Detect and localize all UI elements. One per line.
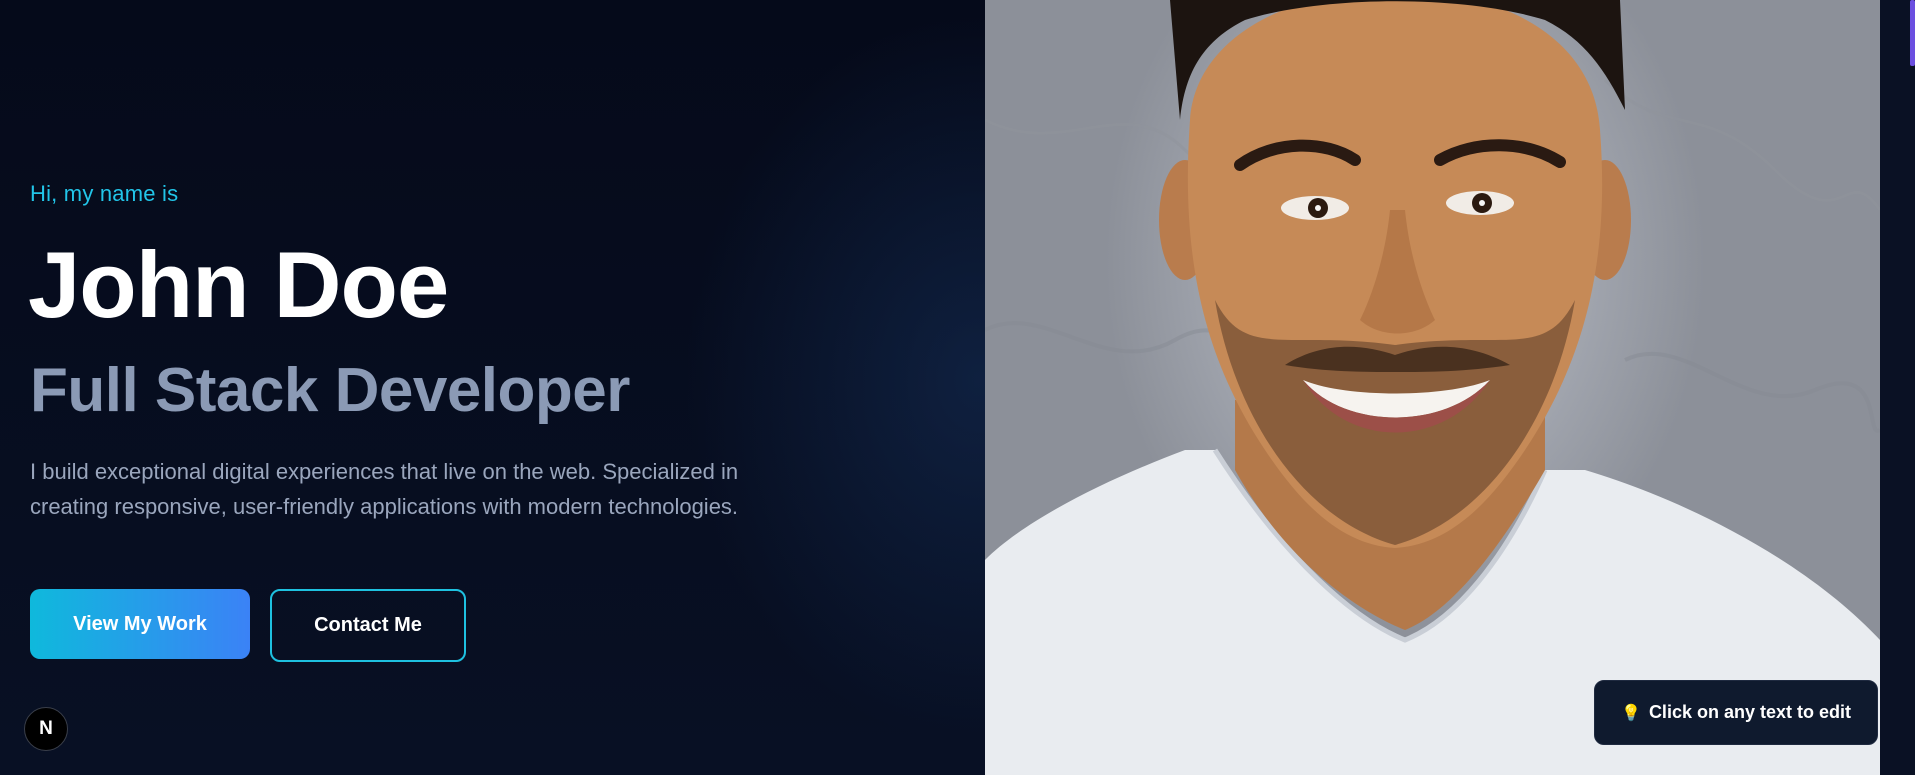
profile-photo	[985, 0, 1880, 775]
hero-name[interactable]: John Doe	[28, 238, 449, 332]
contact-me-button[interactable]: Contact Me	[270, 589, 466, 662]
portfolio-page: Hi, my name is John Doe Full Stack Devel…	[0, 0, 1915, 775]
hero-greeting[interactable]: Hi, my name is	[30, 181, 178, 207]
view-my-work-button[interactable]: View My Work	[30, 589, 250, 659]
nextjs-icon: N	[39, 718, 53, 739]
edit-hint-text: Click on any text to edit	[1648, 702, 1851, 722]
nextjs-dev-badge[interactable]: N	[24, 707, 68, 751]
scrollbar-track[interactable]	[1880, 0, 1915, 775]
scrollbar-thumb[interactable]	[1910, 0, 1915, 66]
lightbulb-icon: 💡	[1621, 704, 1641, 722]
hero-role[interactable]: Full Stack Developer	[30, 360, 630, 422]
hero-section: Hi, my name is John Doe Full Stack Devel…	[28, 0, 930, 775]
hero-bio[interactable]: I build exceptional digital experiences …	[30, 454, 770, 524]
edit-hint-toast: 💡 Click on any text to edit	[1594, 680, 1878, 745]
portrait-image	[985, 0, 1880, 775]
